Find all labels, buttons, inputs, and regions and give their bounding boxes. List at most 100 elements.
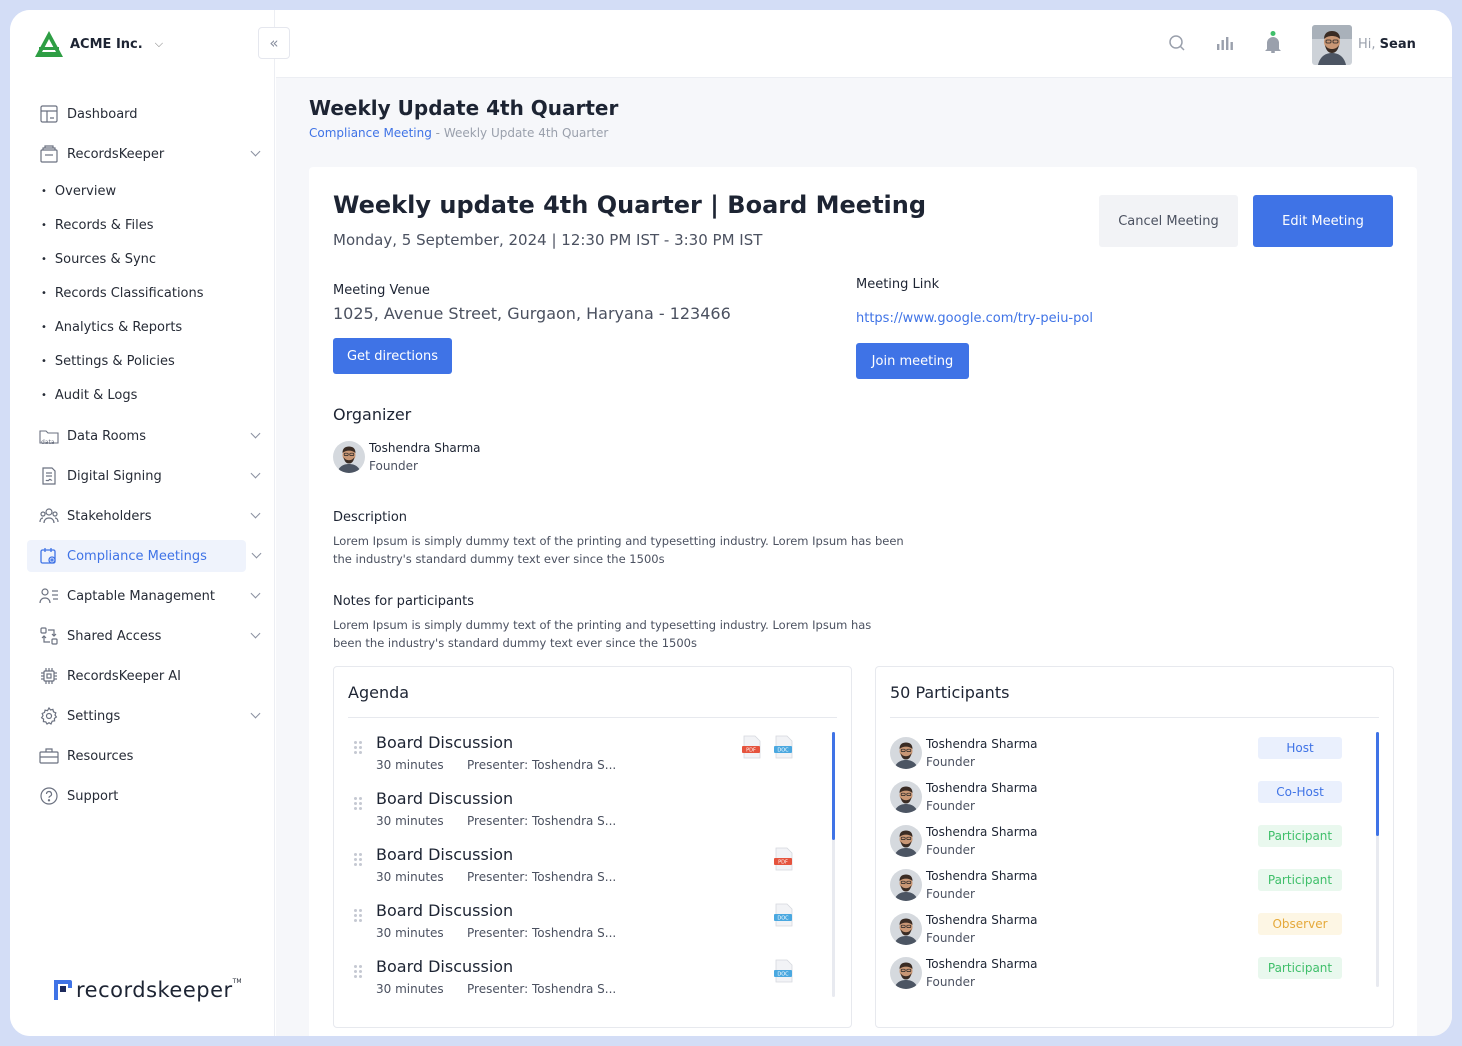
agenda-item-duration: 30 minutes [376, 758, 444, 772]
role-badge: Observer [1258, 913, 1342, 935]
pdf-file-icon[interactable]: PDF [742, 735, 762, 759]
sidebar-item-support[interactable]: Support [27, 780, 267, 812]
breadcrumb: Compliance Meeting - Weekly Update 4th Q… [309, 126, 608, 140]
join-meeting-button[interactable]: Join meeting [856, 343, 969, 379]
agenda-item-presenter: Presenter: Toshendra S... [467, 982, 617, 996]
user-greeting[interactable]: Hi, Sean [1358, 37, 1416, 52]
agenda-title: Agenda [348, 683, 410, 702]
subitem-analytics-reports[interactable]: Analytics & Reports [41, 310, 267, 344]
agenda-item-presenter: Presenter: Toshendra S... [467, 870, 617, 884]
pdf-file-icon[interactable]: PDF [774, 847, 794, 871]
svg-text:data: data [41, 439, 55, 445]
sidebar-item-data-rooms[interactable]: data Data Rooms [27, 420, 267, 452]
sidebar-item-shared-access[interactable]: Shared Access [27, 620, 267, 652]
acme-logo-icon [35, 31, 63, 57]
participant-row[interactable]: Toshendra Sharma Founder Host [890, 733, 1370, 773]
notes-line: Lorem Ipsum is simply dummy text of the … [333, 618, 872, 632]
participant-row[interactable]: Toshendra Sharma Founder Participant [890, 953, 1370, 993]
agenda-scrollbar-thumb[interactable] [832, 732, 835, 840]
role-badge: Co-Host [1258, 781, 1342, 803]
participant-row[interactable]: Toshendra Sharma Founder Co-Host [890, 777, 1370, 817]
subitem-overview[interactable]: Overview [41, 174, 267, 208]
chevron-down-icon: ⌵ [154, 37, 164, 50]
description-text: Lorem Ipsum is simply dummy text of the … [333, 532, 904, 568]
participant-row[interactable]: Toshendra Sharma Founder Observer [890, 909, 1370, 949]
chevron-down-icon[interactable] [250, 708, 261, 719]
chevron-down-icon[interactable] [250, 146, 261, 157]
get-directions-button[interactable]: Get directions [333, 338, 452, 374]
user-avatar[interactable] [1312, 25, 1352, 65]
edit-meeting-button[interactable]: Edit Meeting [1253, 195, 1393, 247]
subitem-sources-sync[interactable]: Sources & Sync [41, 242, 267, 276]
chevron-down-icon[interactable] [250, 468, 261, 479]
sidebar-item-dashboard[interactable]: Dashboard [27, 98, 267, 130]
agenda-item[interactable]: Board Discussion 30 minutes Presenter: Tos… [354, 789, 814, 845]
agenda-item-duration: 30 minutes [376, 926, 444, 940]
sidebar-item-digital-signing[interactable]: Digital Signing [27, 460, 267, 492]
doc-file-icon[interactable]: DOC [774, 735, 794, 759]
users-group-icon [39, 506, 59, 526]
role-badge: Participant [1258, 957, 1342, 979]
participant-row[interactable]: Toshendra Sharma Founder Participant [890, 865, 1370, 905]
agenda-item[interactable]: Board Discussion 30 minutes Presenter: Tos… [354, 901, 814, 957]
participant-role: Founder [926, 843, 975, 857]
svg-text:PDF: PDF [746, 748, 756, 754]
search-icon[interactable] [1166, 32, 1188, 54]
subitem-records-files[interactable]: Records & Files [41, 208, 267, 242]
meeting-link[interactable]: https://www.google.com/try-peiu-pol [856, 311, 1093, 326]
drag-handle-icon[interactable] [354, 909, 364, 923]
participant-role: Founder [926, 887, 975, 901]
breadcrumb-link[interactable]: Compliance Meeting [309, 126, 432, 140]
participants-scrollbar-thumb[interactable] [1376, 732, 1379, 836]
gear-icon [39, 706, 59, 726]
chevron-down-icon[interactable] [251, 548, 262, 559]
briefcase-icon [39, 746, 59, 766]
subitem-settings-policies[interactable]: Settings & Policies [41, 344, 267, 378]
agenda-item-title: Board Discussion [376, 957, 514, 976]
participant-row[interactable]: Toshendra Sharma Founder Participant [890, 821, 1370, 861]
sidebar-nav: Dashboard RecordsKeeper Overview Records… [27, 98, 267, 820]
sidebar-item-resources[interactable]: Resources [27, 740, 267, 772]
agenda-item[interactable]: Board Discussion 30 minutes Presenter: Tos… [354, 845, 814, 901]
sidebar-item-recordskeeper-ai[interactable]: RecordsKeeper AI [27, 660, 267, 692]
role-badge: Participant [1258, 869, 1342, 891]
recordskeeper-wordmark: recordskeeper [76, 978, 233, 1002]
sidebar-item-compliance-meetings[interactable]: Compliance Meetings [27, 540, 262, 572]
subitem-records-classifications[interactable]: Records Classifications [41, 276, 267, 310]
drag-handle-icon[interactable] [354, 797, 364, 811]
agenda-panel: Agenda Board Discussion 30 minutes Present… [333, 666, 852, 1028]
subitem-audit-logs[interactable]: Audit & Logs [41, 378, 267, 412]
chevron-down-icon[interactable] [250, 428, 261, 439]
chevron-down-icon[interactable] [250, 588, 261, 599]
agenda-item[interactable]: Board Discussion 30 minutes Presenter: Tos… [354, 957, 814, 1013]
sidebar-item-settings[interactable]: Settings [27, 700, 267, 732]
doc-file-icon[interactable]: DOC [774, 903, 794, 927]
user-name: Sean [1379, 37, 1416, 52]
org-switcher[interactable]: ACME Inc. ⌵ [34, 30, 163, 58]
drag-handle-icon[interactable] [354, 741, 364, 755]
divider [890, 717, 1379, 718]
participant-name: Toshendra Sharma [926, 781, 1038, 795]
organizer: Toshendra Sharma Founder [333, 439, 481, 475]
doc-file-icon[interactable]: DOC [774, 959, 794, 983]
collapse-sidebar-button[interactable]: « [258, 27, 290, 59]
cancel-meeting-button[interactable]: Cancel Meeting [1099, 195, 1238, 247]
chevron-down-icon[interactable] [250, 628, 261, 639]
chevron-down-icon[interactable] [250, 508, 261, 519]
help-circle-icon [39, 786, 59, 806]
notification-bell-icon[interactable] [1262, 31, 1284, 54]
sidebar-item-captable-management[interactable]: Captable Management [27, 580, 267, 612]
breadcrumb-separator: - [431, 126, 444, 140]
venue-label: Meeting Venue [333, 283, 430, 298]
analytics-bars-icon[interactable] [1214, 32, 1236, 54]
sidebar-item-label: Dashboard [67, 106, 138, 122]
sidebar-item-recordskeeper[interactable]: RecordsKeeper [27, 138, 267, 170]
drag-handle-icon[interactable] [354, 965, 364, 979]
drag-handle-icon[interactable] [354, 853, 364, 867]
dashboard-icon [39, 104, 59, 124]
sidebar-item-label: Data Rooms [67, 428, 146, 444]
avatar [890, 737, 922, 769]
agenda-item-title: Board Discussion [376, 901, 514, 920]
agenda-item[interactable]: Board Discussion 30 minutes Presenter: Tos… [354, 733, 814, 789]
sidebar-item-stakeholders[interactable]: Stakeholders [27, 500, 267, 532]
